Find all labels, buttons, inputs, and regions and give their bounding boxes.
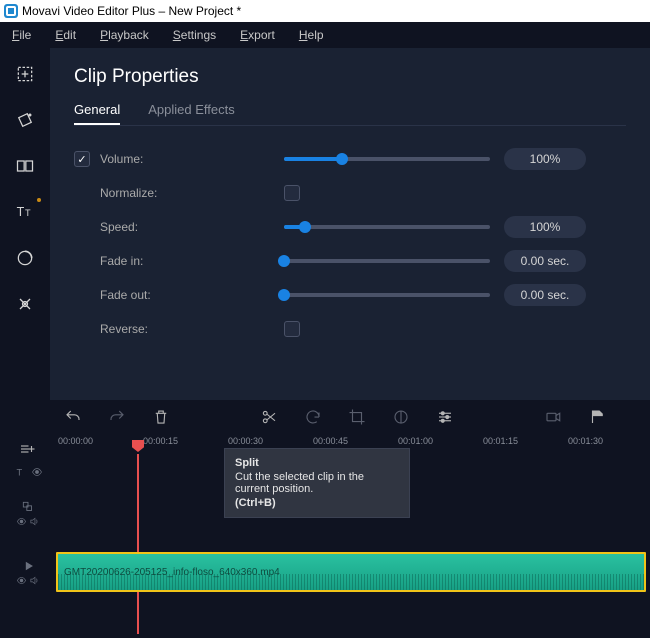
transitions-tool-icon[interactable] — [13, 154, 37, 178]
speed-slider[interactable] — [284, 225, 490, 229]
tab-applied-effects[interactable]: Applied Effects — [148, 102, 234, 125]
tab-general[interactable]: General — [74, 102, 120, 125]
panel-title: Clip Properties — [74, 66, 626, 88]
stickers-tool-icon[interactable] — [13, 246, 37, 270]
app-logo-icon — [4, 4, 18, 18]
menu-file[interactable]: File — [12, 28, 31, 42]
row-normalize: Normalize: — [74, 176, 626, 210]
menu-settings[interactable]: Settings — [173, 28, 216, 42]
import-tool-icon[interactable] — [13, 62, 37, 86]
ruler-tick: 00:00:15 — [143, 436, 178, 446]
ruler-tick: 00:00:00 — [58, 436, 93, 446]
fadein-slider[interactable] — [284, 259, 490, 263]
split-tooltip: Split Cut the selected clip in the curre… — [224, 448, 410, 518]
delete-button[interactable] — [152, 408, 170, 426]
row-reverse: Reverse: — [74, 312, 626, 346]
ruler-tick: 00:01:00 — [398, 436, 433, 446]
fadeout-value[interactable]: 0.00 sec. — [504, 284, 586, 306]
row-fadeout: Fade out: 0.00 sec. — [74, 278, 626, 312]
svg-text:T: T — [17, 205, 25, 219]
panel-tabs: General Applied Effects — [74, 102, 626, 126]
volume-slider[interactable] — [284, 157, 490, 161]
reverse-checkbox[interactable] — [284, 321, 300, 337]
row-volume: Volume: 100% — [74, 142, 626, 176]
redo-button[interactable] — [108, 408, 126, 426]
title-track-head[interactable]: T — [0, 465, 56, 479]
split-button[interactable] — [260, 408, 278, 426]
normalize-label: Normalize: — [100, 186, 184, 200]
menu-help[interactable]: Help — [299, 28, 324, 42]
volume-label: Volume: — [100, 152, 184, 166]
marker-button[interactable] — [588, 408, 606, 426]
speed-value[interactable]: 100% — [504, 216, 586, 238]
svg-text:T: T — [25, 208, 31, 218]
ruler-tick: 00:01:15 — [483, 436, 518, 446]
row-fadein: Fade in: 0.00 sec. — [74, 244, 626, 278]
titles-tool-icon[interactable]: TT — [13, 200, 37, 224]
more-tools-icon[interactable] — [13, 292, 37, 316]
crop-button[interactable] — [348, 408, 366, 426]
record-button[interactable] — [544, 408, 562, 426]
menu-export[interactable]: Export — [240, 28, 275, 42]
filters-tool-icon[interactable] — [13, 108, 37, 132]
menu-playback[interactable]: Playback — [100, 28, 149, 42]
video-clip[interactable]: GMT20200626-205125_info-floso_640x360.mp… — [56, 552, 646, 592]
reverse-label: Reverse: — [100, 322, 184, 336]
tooltip-body: Cut the selected clip in the current pos… — [235, 471, 399, 495]
fadein-label: Fade in: — [100, 254, 184, 268]
tooltip-title: Split — [235, 457, 399, 469]
overlay-track-head[interactable] — [0, 500, 56, 527]
window-title: Movavi Video Editor Plus – New Project * — [22, 4, 241, 18]
undo-button[interactable] — [64, 408, 82, 426]
fadeout-label: Fade out: — [100, 288, 184, 302]
ruler-tick: 00:00:30 — [228, 436, 263, 446]
svg-text:T: T — [17, 468, 23, 478]
color-adjust-button[interactable] — [392, 408, 410, 426]
timeline-toolbar — [0, 400, 650, 434]
tooltip-shortcut: (Ctrl+B) — [235, 497, 399, 509]
tool-sidebar: TT — [0, 48, 50, 400]
menu-bar: File Edit Playback Settings Export Help — [0, 22, 650, 48]
clip-filename: GMT20200626-205125_info-floso_640x360.mp… — [64, 567, 280, 578]
ruler-tick: 00:00:45 — [313, 436, 348, 446]
rotate-button[interactable] — [304, 408, 322, 426]
normalize-checkbox[interactable] — [284, 185, 300, 201]
timeline-area: 00:00:00 00:00:15 00:00:30 00:00:45 00:0… — [0, 400, 650, 638]
video-track-row: GMT20200626-205125_info-floso_640x360.mp… — [0, 550, 650, 594]
row-speed: Speed: 100% — [74, 210, 626, 244]
video-track-head[interactable] — [0, 559, 56, 586]
volume-enable-checkbox[interactable] — [74, 151, 90, 167]
volume-value[interactable]: 100% — [504, 148, 586, 170]
fadein-value[interactable]: 0.00 sec. — [504, 250, 586, 272]
menu-edit[interactable]: Edit — [55, 28, 76, 42]
window-titlebar: Movavi Video Editor Plus – New Project * — [0, 0, 650, 22]
ruler-tick: 00:01:30 — [568, 436, 603, 446]
fadeout-slider[interactable] — [284, 293, 490, 297]
speed-label: Speed: — [100, 220, 184, 234]
timeline-tracks: Split Cut the selected clip in the curre… — [0, 454, 650, 634]
properties-panel: Clip Properties General Applied Effects … — [50, 48, 650, 400]
clip-properties-button[interactable] — [436, 408, 454, 426]
